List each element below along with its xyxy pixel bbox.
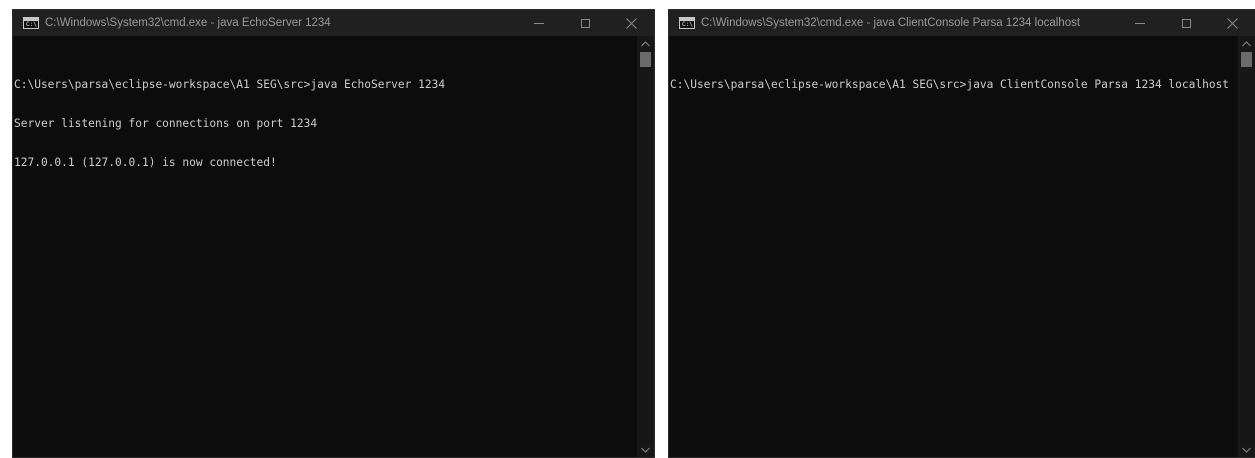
window-title: C:\Windows\System32\cmd.exe - java Clien… <box>701 17 1081 29</box>
maximize-icon[interactable] <box>1163 10 1209 36</box>
cmd-icon: C:\ <box>679 17 695 29</box>
console-line: Server listening for connections on port… <box>14 117 318 130</box>
console-line: C:\Users\parsa\eclipse-workspace\A1 SEG\… <box>14 78 446 91</box>
console-area[interactable]: C:\Users\parsa\eclipse-workspace\A1 SEG\… <box>669 36 1255 457</box>
console-line: C:\Users\parsa\eclipse-workspace\A1 SEG\… <box>670 78 1230 91</box>
title-bar[interactable]: C:\ C:\Windows\System32\cmd.exe - java E… <box>13 10 654 36</box>
vertical-scrollbar[interactable] <box>637 36 654 457</box>
server-console-window[interactable]: C:\ C:\Windows\System32\cmd.exe - java E… <box>12 9 655 458</box>
console-output[interactable]: C:\Users\parsa\eclipse-workspace\A1 SEG\… <box>670 52 1237 117</box>
console-area[interactable]: C:\Users\parsa\eclipse-workspace\A1 SEG\… <box>13 36 654 457</box>
chevron-down-icon[interactable] <box>637 443 654 457</box>
window-controls <box>1117 10 1255 36</box>
title-bar[interactable]: C:\ C:\Windows\System32\cmd.exe - java C… <box>669 10 1255 36</box>
chevron-down-icon[interactable] <box>1238 443 1255 457</box>
window-title: C:\Windows\System32\cmd.exe - java EchoS… <box>45 17 331 29</box>
vertical-scrollbar[interactable] <box>1238 36 1255 457</box>
cmd-icon: C:\ <box>23 17 39 29</box>
minimize-icon[interactable] <box>1117 10 1163 36</box>
scroll-thumb[interactable] <box>640 52 651 67</box>
close-icon[interactable] <box>1209 10 1255 36</box>
scroll-thumb[interactable] <box>1241 52 1252 67</box>
close-icon[interactable] <box>608 10 654 36</box>
console-line: 127.0.0.1 (127.0.0.1) is now connected! <box>14 156 277 169</box>
chevron-up-icon[interactable] <box>637 37 654 51</box>
chevron-up-icon[interactable] <box>1238 37 1255 51</box>
minimize-icon[interactable] <box>516 10 562 36</box>
window-controls <box>516 10 654 36</box>
client-console-window[interactable]: C:\ C:\Windows\System32\cmd.exe - java C… <box>668 9 1255 458</box>
maximize-icon[interactable] <box>562 10 608 36</box>
console-output[interactable]: C:\Users\parsa\eclipse-workspace\A1 SEG\… <box>14 52 636 195</box>
